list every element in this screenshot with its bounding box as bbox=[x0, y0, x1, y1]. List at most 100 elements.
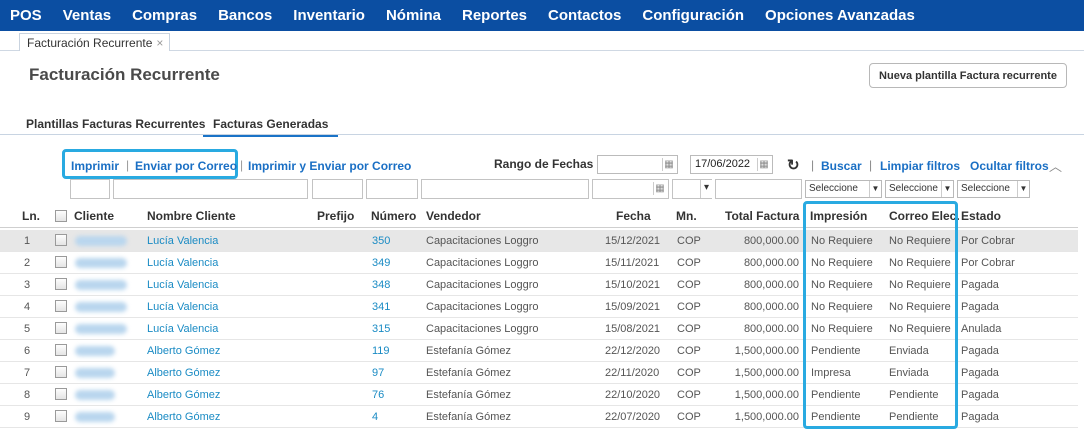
row-checkbox[interactable] bbox=[55, 410, 67, 422]
nav-reportes[interactable]: Reportes bbox=[462, 7, 527, 24]
status-cell: Pagada bbox=[961, 411, 999, 423]
calendar-icon[interactable]: ▦ bbox=[662, 158, 675, 171]
nav-bancos[interactable]: Bancos bbox=[218, 7, 272, 24]
tab-generated[interactable]: Facturas Generadas bbox=[203, 117, 339, 137]
nav-contactos[interactable]: Contactos bbox=[548, 7, 621, 24]
invoice-number-link[interactable]: 119 bbox=[372, 345, 390, 357]
invoice-number-link[interactable]: 315 bbox=[372, 323, 390, 335]
tab-templates[interactable]: Plantillas Facturas Recurrentes bbox=[26, 117, 205, 131]
select-value: Seleccione bbox=[889, 183, 938, 194]
client-name-link[interactable]: Alberto Gómez bbox=[147, 411, 220, 423]
row-checkbox[interactable] bbox=[55, 278, 67, 290]
client-name-link[interactable]: Lucía Valencia bbox=[147, 235, 218, 247]
client-name-link[interactable]: Lucía Valencia bbox=[147, 301, 218, 313]
nav-opciones-avanzadas[interactable]: Opciones Avanzadas bbox=[765, 7, 915, 24]
print-and-send-link[interactable]: Imprimir y Enviar por Correo bbox=[248, 159, 411, 173]
nav-pos[interactable]: POS bbox=[10, 7, 42, 24]
col-number[interactable]: Número bbox=[371, 209, 416, 223]
select-value: Seleccione bbox=[809, 183, 858, 194]
row-checkbox[interactable] bbox=[55, 344, 67, 356]
nav-configuracion[interactable]: Configuración bbox=[642, 7, 744, 24]
col-prefix[interactable]: Prefijo bbox=[317, 209, 354, 223]
client-id-redacted[interactable] bbox=[75, 280, 127, 290]
filter-currency[interactable]: ▾ bbox=[672, 179, 712, 199]
row-checkbox[interactable] bbox=[55, 322, 67, 334]
row-checkbox[interactable] bbox=[55, 234, 67, 246]
col-ln[interactable]: Ln. bbox=[22, 209, 40, 223]
client-id-redacted[interactable] bbox=[75, 390, 115, 400]
calendar-icon[interactable]: ▦ bbox=[653, 182, 666, 195]
filter-email-select[interactable]: Seleccione ▼ bbox=[885, 180, 954, 198]
invoice-number-link[interactable]: 348 bbox=[372, 279, 390, 291]
nav-ventas[interactable]: Ventas bbox=[63, 7, 111, 24]
close-icon[interactable]: × bbox=[156, 35, 163, 51]
row-checkbox[interactable] bbox=[55, 256, 67, 268]
invoice-number-link[interactable]: 350 bbox=[372, 235, 390, 247]
filter-client-name[interactable] bbox=[113, 179, 308, 199]
row-ln: 6 bbox=[24, 345, 31, 357]
client-id-redacted[interactable] bbox=[75, 346, 115, 356]
new-template-button[interactable]: Nueva plantilla Factura recurrente bbox=[869, 63, 1067, 88]
chevron-up-icon[interactable]: ︿ bbox=[1049, 156, 1062, 175]
invoice-number-link[interactable]: 349 bbox=[372, 257, 390, 269]
col-status[interactable]: Estado bbox=[961, 209, 1001, 223]
filter-printing-select[interactable]: Seleccione ▼ bbox=[805, 180, 882, 198]
date-from-input[interactable]: ▦ bbox=[597, 155, 678, 174]
filter-prefix[interactable] bbox=[312, 179, 363, 199]
invoice-number-link[interactable]: 76 bbox=[372, 389, 384, 401]
row-checkbox[interactable] bbox=[55, 388, 67, 400]
col-seller[interactable]: Vendedor bbox=[426, 209, 481, 223]
col-client-name[interactable]: Nombre Cliente bbox=[147, 209, 236, 223]
date-cell: 15/12/2021 bbox=[605, 235, 661, 247]
refresh-icon[interactable]: ↻ bbox=[787, 156, 800, 174]
row-checkbox[interactable] bbox=[55, 300, 67, 312]
nav-inventario[interactable]: Inventario bbox=[293, 7, 365, 24]
total-cell: 800,000.00 bbox=[743, 235, 799, 247]
client-id-redacted[interactable] bbox=[75, 368, 115, 378]
total-cell: 800,000.00 bbox=[743, 279, 799, 291]
client-id-redacted[interactable] bbox=[75, 236, 127, 246]
filter-date[interactable]: ▦ bbox=[592, 179, 669, 199]
client-name-link[interactable]: Lucía Valencia bbox=[147, 323, 218, 335]
client-id-redacted[interactable] bbox=[75, 412, 115, 422]
col-currency[interactable]: Mn. bbox=[676, 209, 697, 223]
invoice-number-link[interactable]: 341 bbox=[372, 301, 390, 313]
clear-filters-link[interactable]: Limpiar filtros bbox=[880, 159, 960, 173]
print-link[interactable]: Imprimir bbox=[71, 159, 119, 173]
hide-filters-link[interactable]: Ocultar filtros bbox=[970, 159, 1049, 173]
client-name-link[interactable]: Alberto Gómez bbox=[147, 367, 220, 379]
calendar-icon[interactable]: ▦ bbox=[757, 158, 770, 171]
client-name-link[interactable]: Alberto Gómez bbox=[147, 389, 220, 401]
date-range-label: Rango de Fechas bbox=[494, 157, 594, 171]
date-cell: 22/07/2020 bbox=[605, 411, 661, 423]
chevron-down-icon[interactable]: ▾ bbox=[700, 180, 712, 198]
search-link[interactable]: Buscar bbox=[821, 159, 862, 173]
filter-client[interactable] bbox=[70, 179, 110, 199]
col-date[interactable]: Fecha bbox=[616, 209, 651, 223]
client-id-redacted[interactable] bbox=[75, 302, 127, 312]
client-name-link[interactable]: Lucía Valencia bbox=[147, 279, 218, 291]
tool-separator: | bbox=[869, 158, 873, 172]
client-name-link[interactable]: Alberto Gómez bbox=[147, 345, 220, 357]
client-id-redacted[interactable] bbox=[75, 324, 127, 334]
nav-nomina[interactable]: Nómina bbox=[386, 7, 441, 24]
row-checkbox[interactable] bbox=[55, 366, 67, 378]
date-to-input[interactable]: 17/06/2022 ▦ bbox=[690, 155, 773, 174]
invoice-number-link[interactable]: 4 bbox=[372, 411, 378, 423]
invoice-number-link[interactable]: 97 bbox=[372, 367, 384, 379]
col-total[interactable]: Total Factura bbox=[725, 209, 799, 223]
col-client[interactable]: Cliente bbox=[74, 209, 114, 223]
nav-compras[interactable]: Compras bbox=[132, 7, 197, 24]
client-id-redacted[interactable] bbox=[75, 258, 127, 268]
select-value: Seleccione bbox=[961, 183, 1010, 194]
seller-cell: Estefanía Gómez bbox=[426, 367, 511, 379]
select-all-checkbox[interactable] bbox=[55, 210, 67, 222]
filter-number[interactable] bbox=[366, 179, 418, 199]
filter-status-select[interactable]: Seleccione ▼ bbox=[957, 180, 1030, 198]
client-name-link[interactable]: Lucía Valencia bbox=[147, 257, 218, 269]
filter-seller[interactable] bbox=[421, 179, 589, 199]
document-tab[interactable]: Facturación Recurrente × bbox=[19, 33, 171, 51]
seller-cell: Capacitaciones Loggro bbox=[426, 235, 539, 247]
send-mail-link[interactable]: Enviar por Correo bbox=[135, 159, 237, 173]
filter-total[interactable] bbox=[715, 179, 802, 199]
